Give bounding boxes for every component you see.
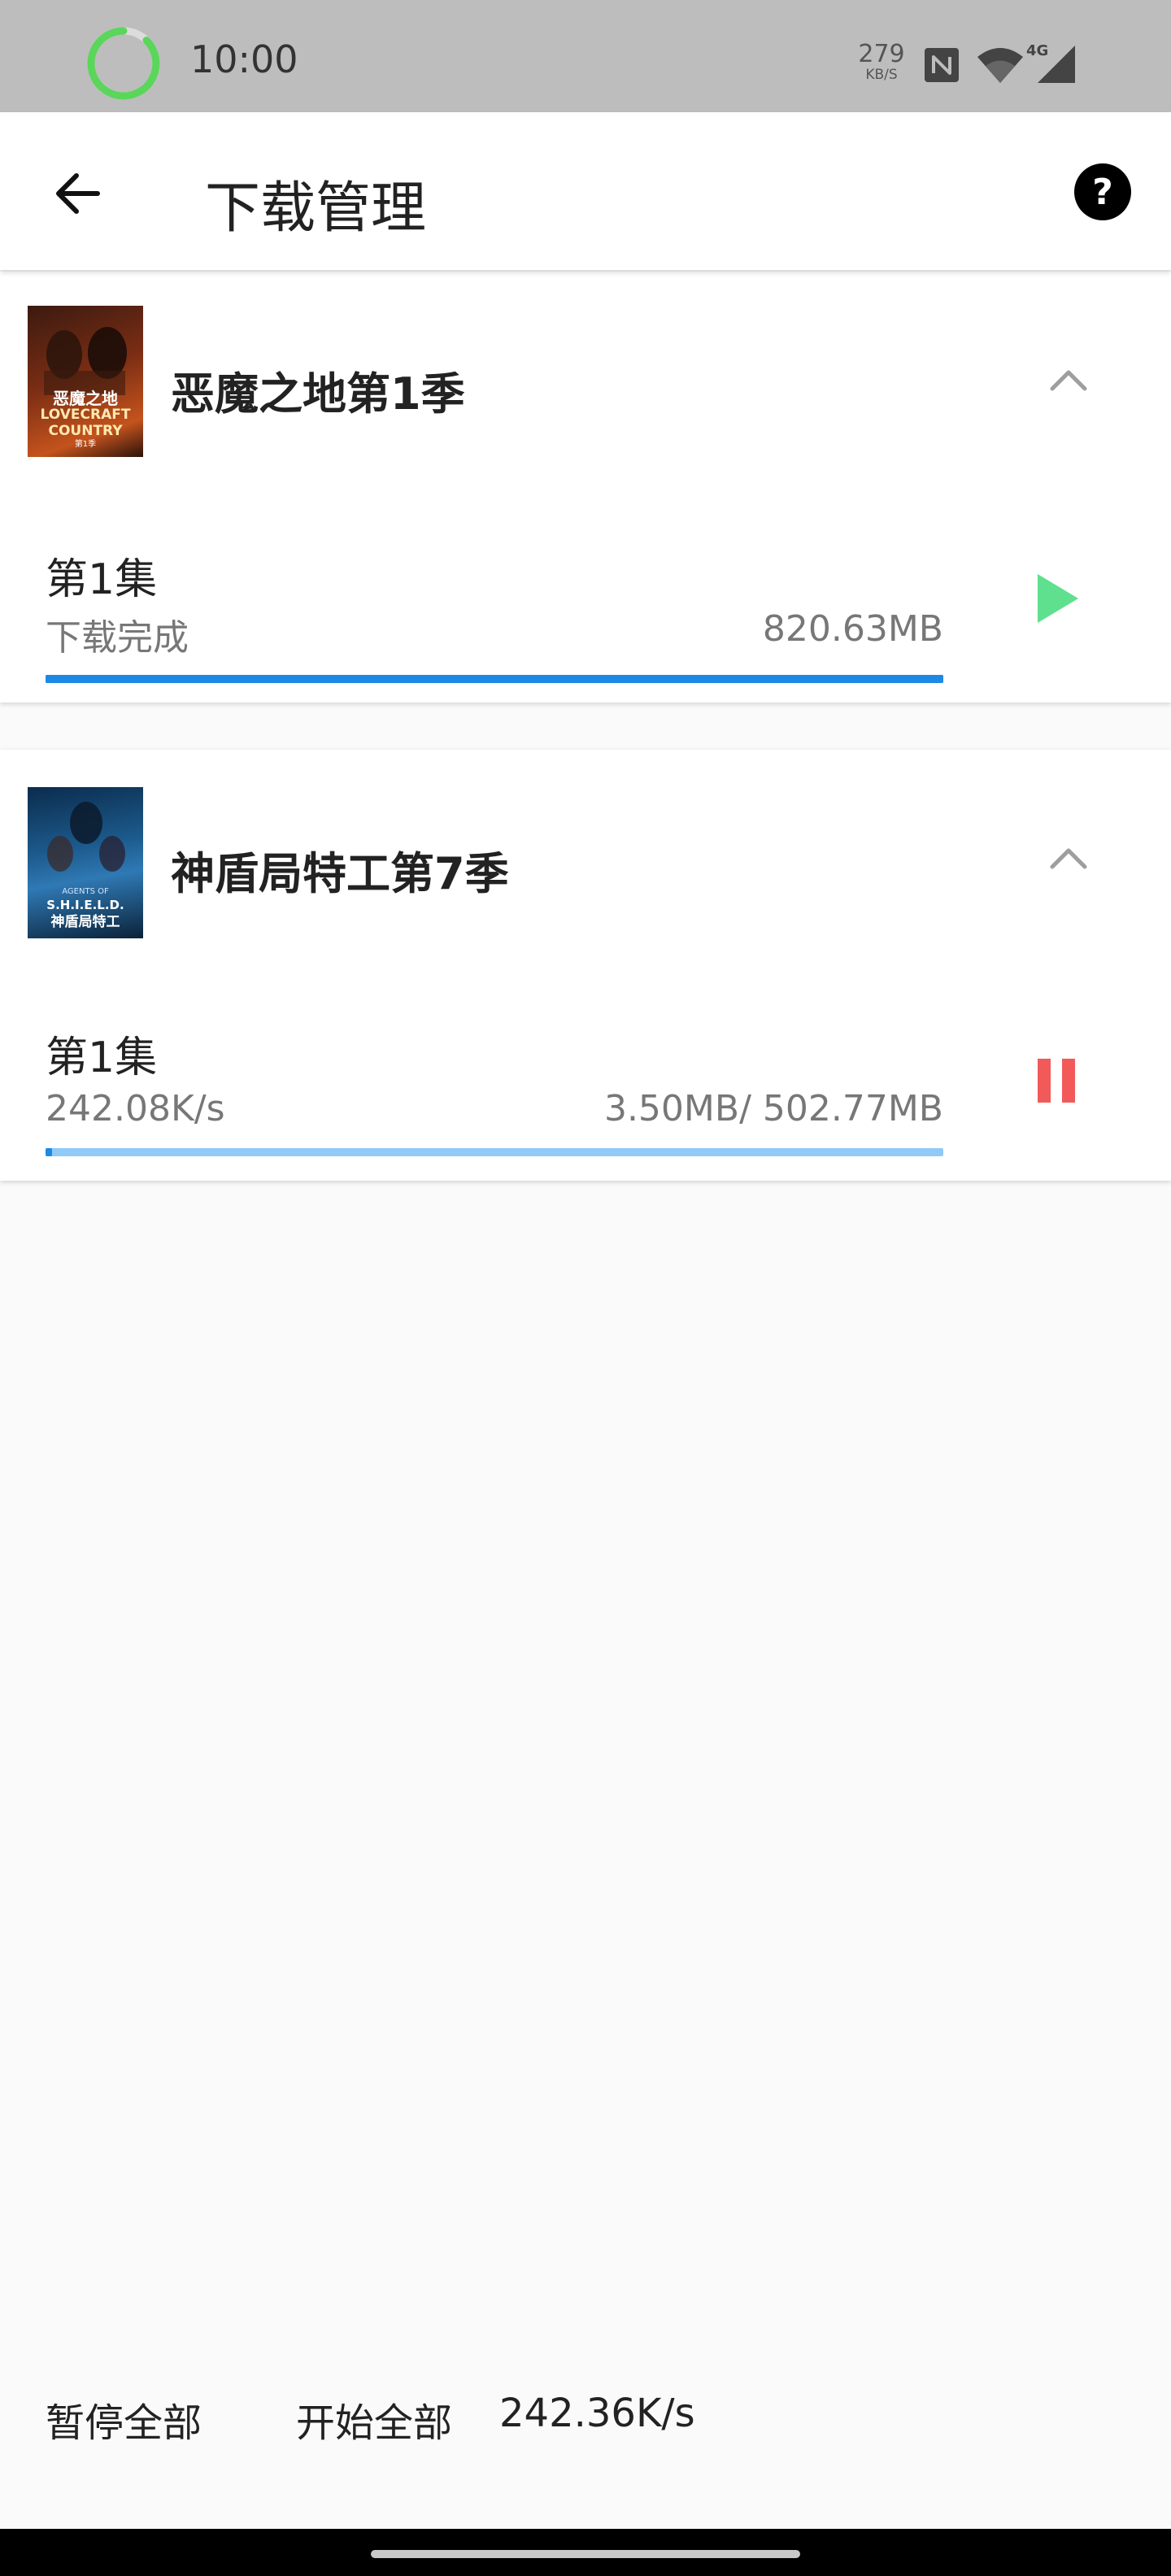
pause-all-button[interactable]: 暂停全部 [46,2391,202,2448]
total-speed: 242.36K/s [499,2391,695,2436]
network-speed-value: 279 [858,40,905,68]
poster-line-4: 第1季 [74,440,97,449]
loading-ring-icon [87,27,160,100]
download-progress-fill [46,675,943,683]
poster-line-3: COUNTRY [48,423,123,439]
download-card: AGENTS OF S.H.I.E.L.D. 神盾局特工 神盾局特工第7季 第1… [0,750,1171,1181]
download-size: 820.63MB [762,608,943,650]
signal-icon [1038,46,1075,83]
status-time: 10:00 [190,37,298,81]
download-card: 恶魔之地 LOVECRAFT COUNTRY 第1季 恶魔之地第1季 第1集 下… [0,272,1171,703]
app-bar: 下载管理 [0,112,1171,270]
poster-line-2: LOVECRAFT [40,407,131,423]
play-icon[interactable] [1033,571,1082,626]
home-gesture-handle[interactable] [371,2550,800,2558]
network-speed-unit: KB/S [865,67,898,83]
poster-line-1: AGENTS OF [62,887,109,896]
wifi-icon [977,48,1023,83]
show-title: 恶魔之地第1季 [171,368,465,420]
help-icon[interactable]: ? [1073,163,1132,221]
svg-text:?: ? [1092,172,1113,213]
episode-title: 第1集 [46,555,158,604]
show-title: 神盾局特工第7季 [171,848,509,899]
download-speed: 242.08K/s [46,1088,225,1129]
poster-line-3: 神盾局特工 [50,914,120,930]
page-title: 下载管理 [205,176,427,241]
download-size: 3.50MB/ 502.77MB [603,1088,943,1129]
download-progress-fill [46,1148,52,1156]
system-navigation-bar [0,2529,1171,2576]
start-all-button[interactable]: 开始全部 [296,2391,452,2448]
download-status: 下载完成 [46,617,189,659]
pause-icon[interactable] [1036,1057,1078,1104]
poster-image: 恶魔之地 LOVECRAFT COUNTRY 第1季 [28,306,143,457]
poster-line-1: 恶魔之地 [53,389,118,408]
nfc-icon [925,48,959,82]
back-arrow-icon[interactable] [46,161,111,226]
download-progress-bar [46,675,943,683]
network-speed: 279 KB/S [855,42,908,82]
chevron-up-icon[interactable] [1041,831,1096,886]
download-progress-bar [46,1148,943,1156]
episode-title: 第1集 [46,1033,158,1082]
chevron-up-icon[interactable] [1041,353,1096,408]
poster-line-2: S.H.I.E.L.D. [46,898,124,912]
bottom-action-bar: 暂停全部 开始全部 242.36K/s [0,2391,1171,2480]
status-bar: 10:00 279 KB/S 4G [0,0,1171,112]
poster-image: AGENTS OF S.H.I.E.L.D. 神盾局特工 [28,787,143,938]
